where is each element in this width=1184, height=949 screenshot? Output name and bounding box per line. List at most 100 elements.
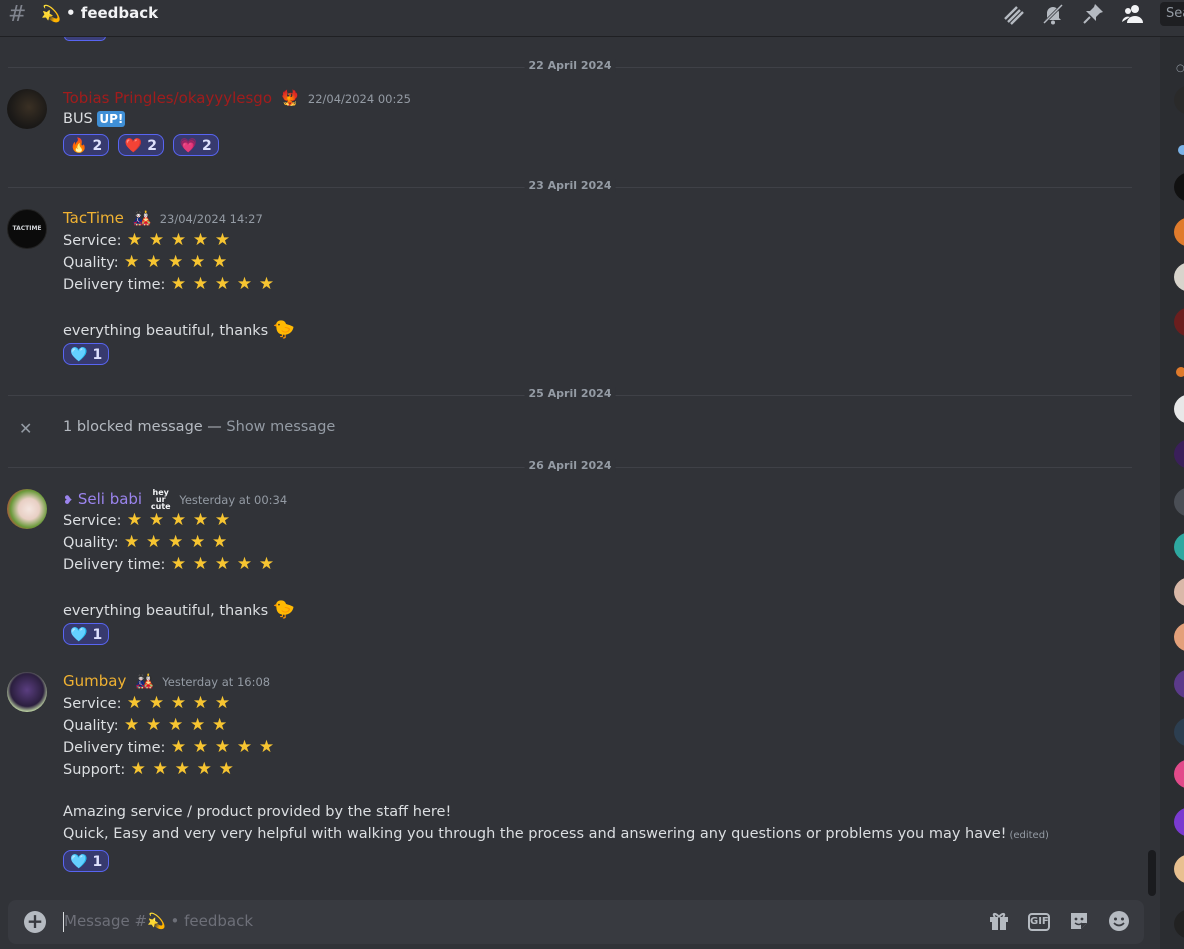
rating-line: Quality: ★ ★ ★ ★ ★: [63, 532, 228, 552]
role-badge-icon: 🎎: [134, 672, 154, 690]
star-icon: ★: [214, 737, 231, 757]
search-input[interactable]: Sea: [1160, 2, 1184, 26]
avatar[interactable]: [7, 89, 47, 129]
reaction-bar: 🩵 1: [63, 850, 113, 872]
star-icon: ★: [192, 554, 209, 574]
mute-bell-icon[interactable]: [1040, 2, 1066, 28]
previous-reaction-stub[interactable]: [64, 37, 106, 41]
close-icon[interactable]: ✕: [19, 419, 32, 438]
star-icon: ★: [236, 554, 253, 574]
star-icon: ★: [168, 252, 184, 272]
member-avatar[interactable]: [1174, 759, 1184, 789]
member-avatar[interactable]: [1174, 909, 1184, 939]
reaction-light-blue-heart[interactable]: 🩵 1: [63, 343, 110, 365]
member-group-indicator: ○: [1176, 63, 1184, 74]
star-icon: ★: [212, 252, 228, 272]
avatar[interactable]: TACTIME: [7, 209, 47, 249]
pikachu-icon: 🐤: [272, 319, 296, 340]
star-icon: ★: [170, 554, 187, 574]
star-icon: ★: [124, 532, 140, 552]
date-divider: 23 April 2024: [8, 179, 1132, 192]
reaction-bar: 🩵 1: [63, 623, 113, 645]
members-icon[interactable]: [1120, 2, 1146, 28]
username[interactable]: Tobias Pringles/okayyylesgo: [63, 89, 272, 107]
rating-line: Support: ★ ★ ★ ★ ★: [63, 759, 234, 779]
member-avatar[interactable]: [1176, 367, 1184, 377]
reaction-light-blue-heart[interactable]: 🩵 1: [63, 623, 110, 645]
member-avatar[interactable]: [1174, 85, 1184, 115]
star-icon: ★: [168, 532, 184, 552]
member-avatar[interactable]: [1174, 532, 1184, 562]
star-icon: ★: [236, 274, 253, 294]
member-avatar[interactable]: [1174, 717, 1184, 747]
member-avatar[interactable]: [1174, 669, 1184, 699]
star-icon: ★: [148, 693, 165, 713]
fire-icon: 🔥: [70, 138, 88, 154]
light-blue-heart-icon: 🩵: [70, 347, 88, 363]
star-icon: ★: [148, 230, 165, 250]
member-avatar[interactable]: [1174, 807, 1184, 837]
reaction-bar: 🩵 1: [63, 343, 113, 365]
date-divider: 26 April 2024: [8, 459, 1132, 472]
scrollbar[interactable]: [1148, 850, 1156, 896]
member-avatar[interactable]: [1174, 622, 1184, 652]
add-attachment-button[interactable]: +: [24, 911, 46, 933]
member-avatar[interactable]: [1174, 439, 1184, 469]
star-icon: ★: [190, 532, 206, 552]
star-icon: ★: [126, 510, 143, 530]
gift-icon[interactable]: [987, 910, 1011, 934]
gif-icon[interactable]: GIF: [1028, 913, 1050, 931]
member-avatar[interactable]: [1174, 307, 1184, 337]
member-avatar[interactable]: [1174, 487, 1184, 517]
member-avatar[interactable]: [1174, 577, 1184, 607]
timestamp[interactable]: 23/04/2024 14:27: [160, 212, 263, 226]
star-icon: ★: [258, 554, 275, 574]
timestamp[interactable]: Yesterday at 16:08: [162, 675, 270, 689]
message-content: Amazing service / product provided by th…: [63, 804, 452, 820]
sticker-icon[interactable]: [1067, 910, 1091, 934]
member-avatar[interactable]: [1174, 217, 1184, 247]
light-blue-heart-icon: 🩵: [70, 627, 88, 643]
star-icon: ★: [124, 252, 140, 272]
pin-icon[interactable]: [1080, 2, 1106, 28]
reaction-heart[interactable]: ❤️ 2: [117, 134, 164, 156]
date-divider: 22 April 2024: [8, 59, 1132, 72]
username[interactable]: Gumbay: [63, 672, 126, 690]
avatar[interactable]: [7, 489, 47, 529]
member-avatar[interactable]: [1178, 145, 1184, 155]
role-badge-icon: 🎎: [132, 209, 152, 227]
star-icon: ★: [190, 252, 206, 272]
star-icon: ★: [212, 532, 228, 552]
star-icon: ★: [192, 274, 209, 294]
up-emoji: UP!: [97, 111, 126, 127]
star-icon: ★: [126, 693, 143, 713]
star-icon: ★: [124, 715, 140, 735]
star-icon: ★: [148, 510, 165, 530]
star-icon: ★: [146, 252, 162, 272]
message-input[interactable]: Message #💫 • feedback: [64, 912, 253, 930]
star-icon: ★: [146, 715, 162, 735]
rating-line: Service: ★ ★ ★ ★ ★: [63, 693, 231, 713]
role-badge-icon: 🐦‍🔥: [280, 89, 300, 107]
reaction-bar: 🔥 2 ❤️ 2 💗 2: [63, 134, 223, 156]
reaction-fire[interactable]: 🔥 2: [63, 134, 110, 156]
username[interactable]: ❥ Seli babi: [63, 490, 142, 508]
emoji-icon[interactable]: [1107, 910, 1131, 934]
star-icon: ★: [126, 230, 143, 250]
member-avatar[interactable]: [1174, 172, 1184, 202]
timestamp[interactable]: 22/04/2024 00:25: [308, 92, 411, 106]
timestamp[interactable]: Yesterday at 00:34: [179, 493, 287, 507]
threads-icon[interactable]: [1001, 2, 1027, 28]
username[interactable]: TacTime: [63, 209, 124, 227]
reaction-light-blue-heart[interactable]: 🩵 1: [63, 850, 110, 872]
star-icon: ★: [218, 759, 234, 779]
member-avatar[interactable]: [1174, 854, 1184, 884]
member-avatar[interactable]: [1174, 262, 1184, 292]
reaction-pink-heart[interactable]: 💗 2: [172, 134, 219, 156]
channel-name: • feedback: [66, 4, 159, 22]
avatar[interactable]: [7, 672, 47, 712]
show-message-link[interactable]: Show message: [226, 419, 335, 435]
star-icon: ★: [214, 554, 231, 574]
star-icon: ★: [146, 532, 162, 552]
member-avatar[interactable]: [1174, 394, 1184, 424]
